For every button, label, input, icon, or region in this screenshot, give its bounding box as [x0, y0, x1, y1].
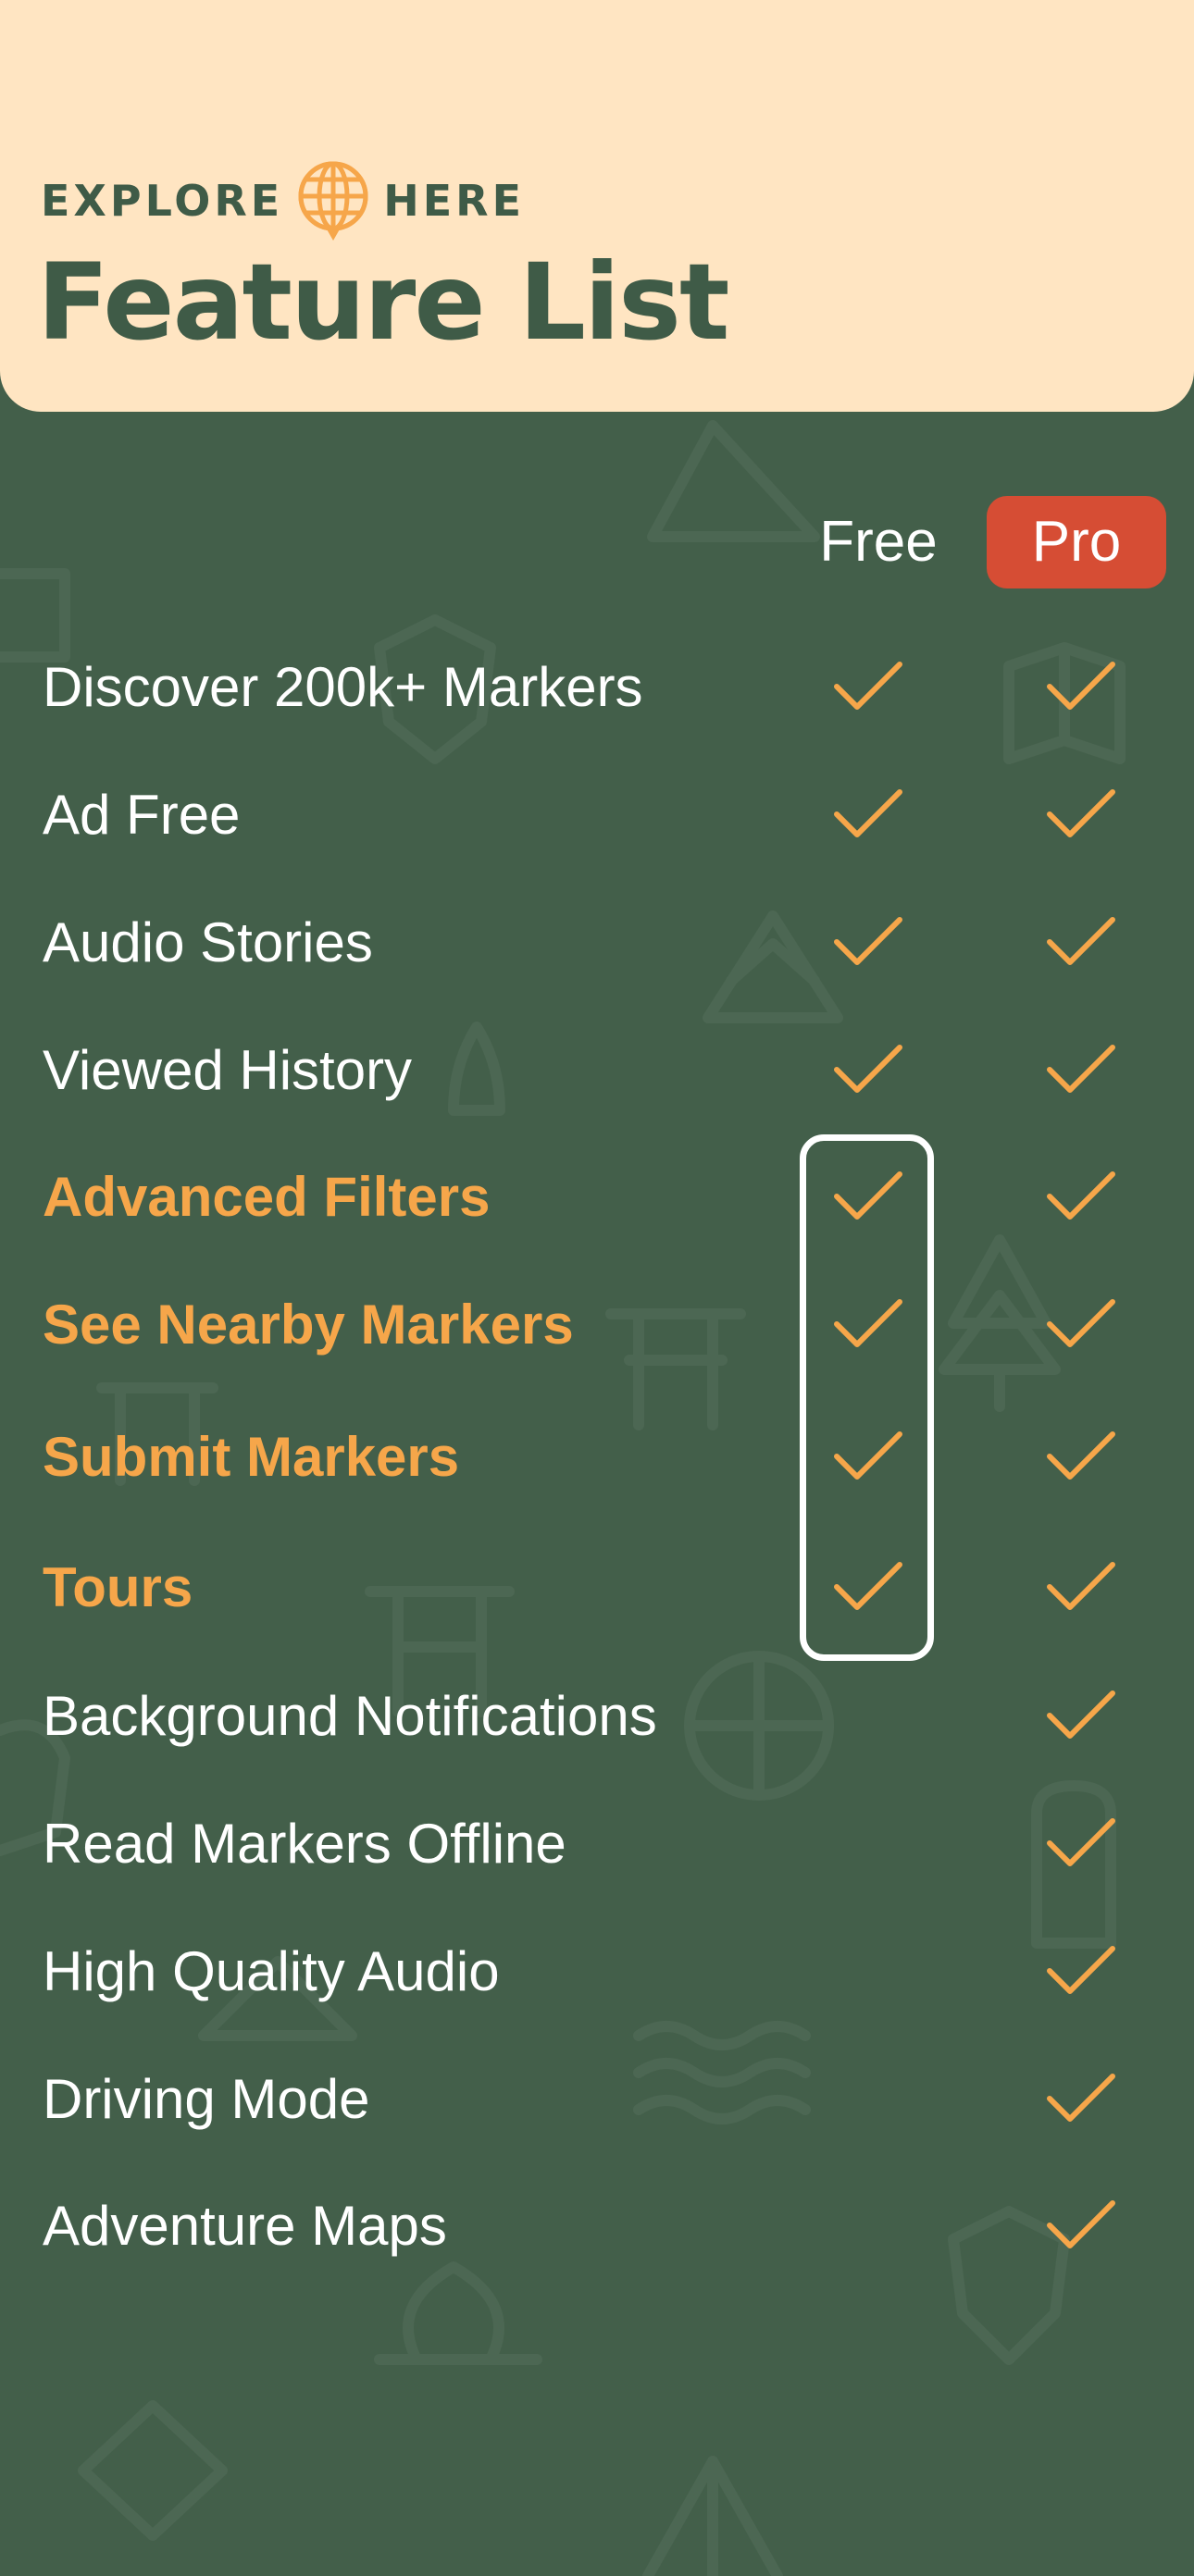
mountain-icon	[647, 420, 820, 542]
pro-check-icon	[1046, 1296, 1116, 1354]
page-title: Feature List	[37, 241, 729, 364]
brand-right-text: HERE	[383, 176, 525, 226]
feature-label: See Nearby Markers	[43, 1294, 574, 1356]
pro-check-icon	[1046, 786, 1116, 844]
feature-label: Viewed History	[43, 1039, 413, 1101]
feature-row: High Quality Audio	[0, 1921, 1194, 2023]
feature-label: Ad Free	[43, 784, 241, 846]
feature-label: Driving Mode	[43, 2068, 370, 2130]
free-check-icon	[833, 659, 903, 716]
feature-row: Adventure Maps	[0, 2175, 1194, 2277]
feature-label: High Quality Audio	[43, 1940, 500, 2002]
pro-check-icon	[1046, 914, 1116, 972]
pro-check-icon	[1046, 1042, 1116, 1099]
feature-row: Read Markers Offline	[0, 1793, 1194, 1895]
free-check-icon	[833, 914, 903, 972]
feature-label: Background Notifications	[43, 1685, 657, 1747]
feature-row: Discover 200k+ Markers	[0, 637, 1194, 738]
header-panel: EXPLORE HERE Feature List	[0, 0, 1194, 412]
brand-logo: EXPLORE HERE	[41, 159, 525, 242]
brand-left-text: EXPLORE	[41, 176, 284, 226]
feature-label: Adventure Maps	[43, 2195, 447, 2257]
pro-check-icon	[1046, 1429, 1116, 1486]
feature-label: Advanced Filters	[43, 1166, 491, 1228]
feature-row: Ad Free	[0, 764, 1194, 866]
feature-label: Audio Stories	[43, 911, 373, 973]
pro-check-icon	[1046, 1815, 1116, 1873]
globe-pin-icon	[298, 161, 368, 241]
feature-row: Driving Mode	[0, 2049, 1194, 2150]
pro-check-icon	[1046, 1688, 1116, 1745]
feature-row: Viewed History	[0, 1020, 1194, 1121]
diamond-icon	[78, 2400, 228, 2541]
feature-label: Submit Markers	[43, 1426, 460, 1488]
feature-label: Tours	[43, 1556, 193, 1618]
pro-check-icon	[1046, 1559, 1116, 1616]
tree-icon	[642, 2456, 783, 2576]
feature-row: Submit Markers	[0, 1406, 1194, 1508]
campfire-icon	[374, 2261, 542, 2365]
pro-check-icon	[1046, 1169, 1116, 1226]
feature-row: Advanced Filters	[0, 1146, 1194, 1248]
pro-check-icon	[1046, 2198, 1116, 2255]
pro-check-icon	[1046, 2071, 1116, 2128]
free-column-header: Free	[819, 510, 938, 574]
free-highlight-box	[800, 1134, 934, 1661]
feature-row: Audio Stories	[0, 892, 1194, 994]
pro-check-icon	[1046, 1943, 1116, 2000]
feature-row: Background Notifications	[0, 1666, 1194, 1767]
feature-label: Discover 200k+ Markers	[43, 656, 643, 718]
pro-column-header: Pro	[987, 496, 1166, 588]
free-check-icon	[833, 1042, 903, 1099]
feature-row: Tours	[0, 1537, 1194, 1639]
feature-label: Read Markers Offline	[43, 1813, 566, 1875]
pro-check-icon	[1046, 659, 1116, 716]
feature-row: See Nearby Markers	[0, 1274, 1194, 1376]
free-check-icon	[833, 786, 903, 844]
